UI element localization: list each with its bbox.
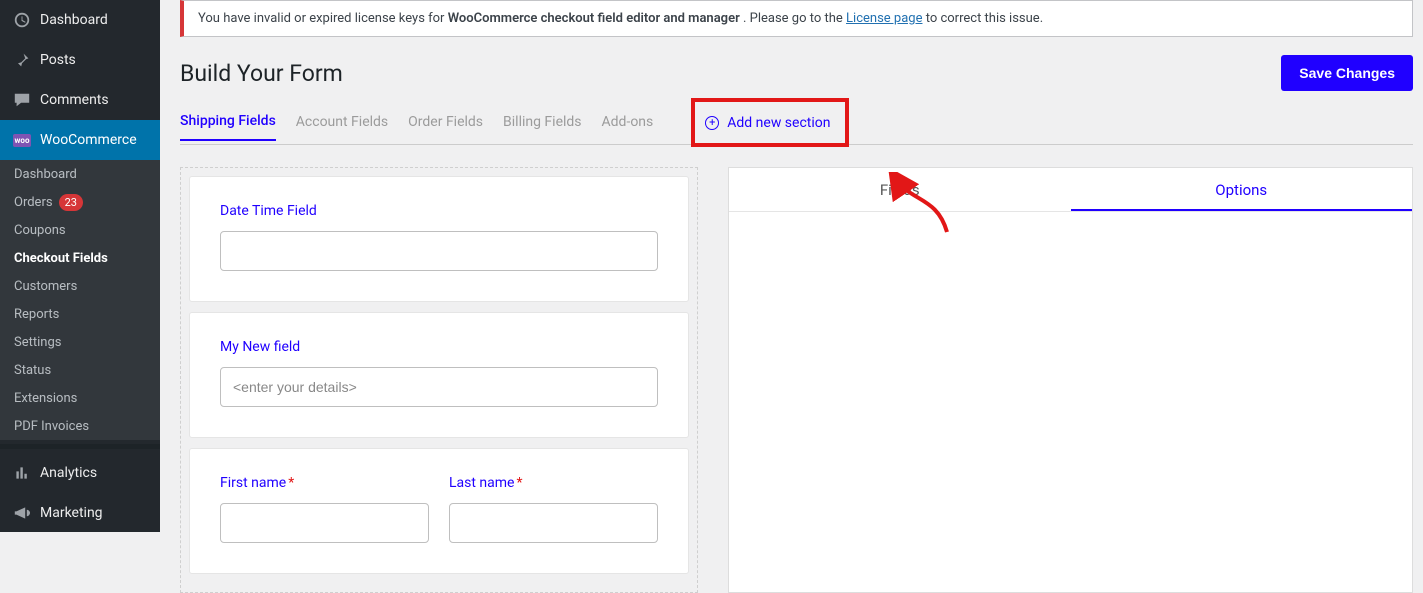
tab-options[interactable]: Options xyxy=(1071,168,1413,211)
sidebar-item-label: WooCommerce xyxy=(40,132,137,148)
sidebar-sub-reports[interactable]: Reports xyxy=(0,300,160,328)
sidebar-sub-extensions[interactable]: Extensions xyxy=(0,384,160,412)
sidebar-sub-dashboard[interactable]: Dashboard xyxy=(0,160,160,188)
field-label: My New field xyxy=(220,339,658,355)
sidebar-sub-label: Customers xyxy=(14,279,77,294)
sidebar-sub-label: Orders xyxy=(14,195,53,210)
license-notice: You have invalid or expired license keys… xyxy=(180,0,1413,37)
comment-icon xyxy=(12,90,32,110)
plus-circle-icon: + xyxy=(705,116,719,130)
my-new-field-input[interactable] xyxy=(220,367,658,407)
bullhorn-icon xyxy=(12,503,32,523)
woo-icon: woo xyxy=(12,130,32,150)
add-section-button[interactable]: Add new section xyxy=(727,115,830,131)
last-name-input[interactable] xyxy=(449,503,658,543)
sidebar-sub-customers[interactable]: Customers xyxy=(0,272,160,300)
side-panel: Fields Options xyxy=(728,167,1413,593)
field-card[interactable]: Date Time Field xyxy=(189,176,689,302)
add-section-highlight: + Add new section xyxy=(691,98,848,147)
tab-addons[interactable]: Add-ons xyxy=(602,114,654,140)
sidebar-item-marketing[interactable]: Marketing xyxy=(0,493,160,533)
sidebar-sub-label: Coupons xyxy=(14,223,66,238)
field-label: First name* xyxy=(220,475,429,491)
sidebar-sub-label: Reports xyxy=(14,307,59,322)
form-canvas: Date Time Field My New field First name* xyxy=(180,167,698,593)
sidebar-sub-orders[interactable]: Orders 23 xyxy=(0,188,160,216)
sidebar-sub-coupons[interactable]: Coupons xyxy=(0,216,160,244)
sidebar-item-label: Comments xyxy=(40,92,109,108)
sidebar-sub-checkout-fields[interactable]: Checkout Fields xyxy=(0,244,160,272)
sidebar-sub-settings[interactable]: Settings xyxy=(0,328,160,356)
sidebar-sub-status[interactable]: Status xyxy=(0,356,160,384)
tab-fields[interactable]: Fields xyxy=(729,168,1071,211)
required-marker: * xyxy=(516,475,522,491)
pin-icon xyxy=(12,50,32,70)
sidebar-item-label: Analytics xyxy=(40,465,97,481)
sidebar-sub-label: Extensions xyxy=(14,391,77,406)
field-card[interactable]: My New field xyxy=(189,312,689,438)
sidebar-separator xyxy=(0,444,160,449)
sidebar-item-comments[interactable]: Comments xyxy=(0,80,160,120)
sidebar-item-posts[interactable]: Posts xyxy=(0,40,160,80)
sidebar-sub-pdf-invoices[interactable]: PDF Invoices xyxy=(0,412,160,440)
field-label: Date Time Field xyxy=(220,203,658,219)
notice-text: . Please go to the xyxy=(743,11,846,26)
tab-account-fields[interactable]: Account Fields xyxy=(296,114,388,140)
sidebar-item-analytics[interactable]: Analytics xyxy=(0,453,160,493)
sidebar-item-label: Posts xyxy=(40,52,76,68)
notice-text: You have invalid or expired license keys… xyxy=(198,11,448,26)
notice-text: to correct this issue. xyxy=(926,11,1043,26)
sidebar-sub-label: Settings xyxy=(14,335,61,350)
sidebar-sub-label: Status xyxy=(14,363,51,378)
required-marker: * xyxy=(288,475,294,491)
field-label: Last name* xyxy=(449,475,658,491)
page-title: Build Your Form xyxy=(180,60,343,87)
sidebar-item-woocommerce[interactable]: woo WooCommerce xyxy=(0,120,160,160)
date-time-input[interactable] xyxy=(220,231,658,271)
sidebar-sub-label: Checkout Fields xyxy=(14,251,108,266)
tab-order-fields[interactable]: Order Fields xyxy=(408,114,483,140)
dashboard-icon xyxy=(12,10,32,30)
notice-bold: WooCommerce checkout field editor and ma… xyxy=(448,11,740,26)
sidebar-item-label: Dashboard xyxy=(40,12,108,28)
admin-sidebar: Dashboard Posts Comments woo WooCommerce… xyxy=(0,0,160,532)
sidebar-sub-label: PDF Invoices xyxy=(14,419,89,434)
first-name-input[interactable] xyxy=(220,503,429,543)
tab-billing-fields[interactable]: Billing Fields xyxy=(503,114,582,140)
field-card[interactable]: First name* Last name* xyxy=(189,448,689,574)
save-button[interactable]: Save Changes xyxy=(1281,55,1413,91)
analytics-icon xyxy=(12,463,32,483)
orders-badge: 23 xyxy=(59,194,83,211)
sidebar-item-label: Marketing xyxy=(40,505,103,521)
tab-shipping-fields[interactable]: Shipping Fields xyxy=(180,113,276,141)
sidebar-item-dashboard[interactable]: Dashboard xyxy=(0,0,160,40)
section-tabs: Shipping Fields Account Fields Order Fie… xyxy=(180,109,1413,145)
sidebar-sub-label: Dashboard xyxy=(14,167,77,182)
license-page-link[interactable]: License page xyxy=(846,11,922,26)
